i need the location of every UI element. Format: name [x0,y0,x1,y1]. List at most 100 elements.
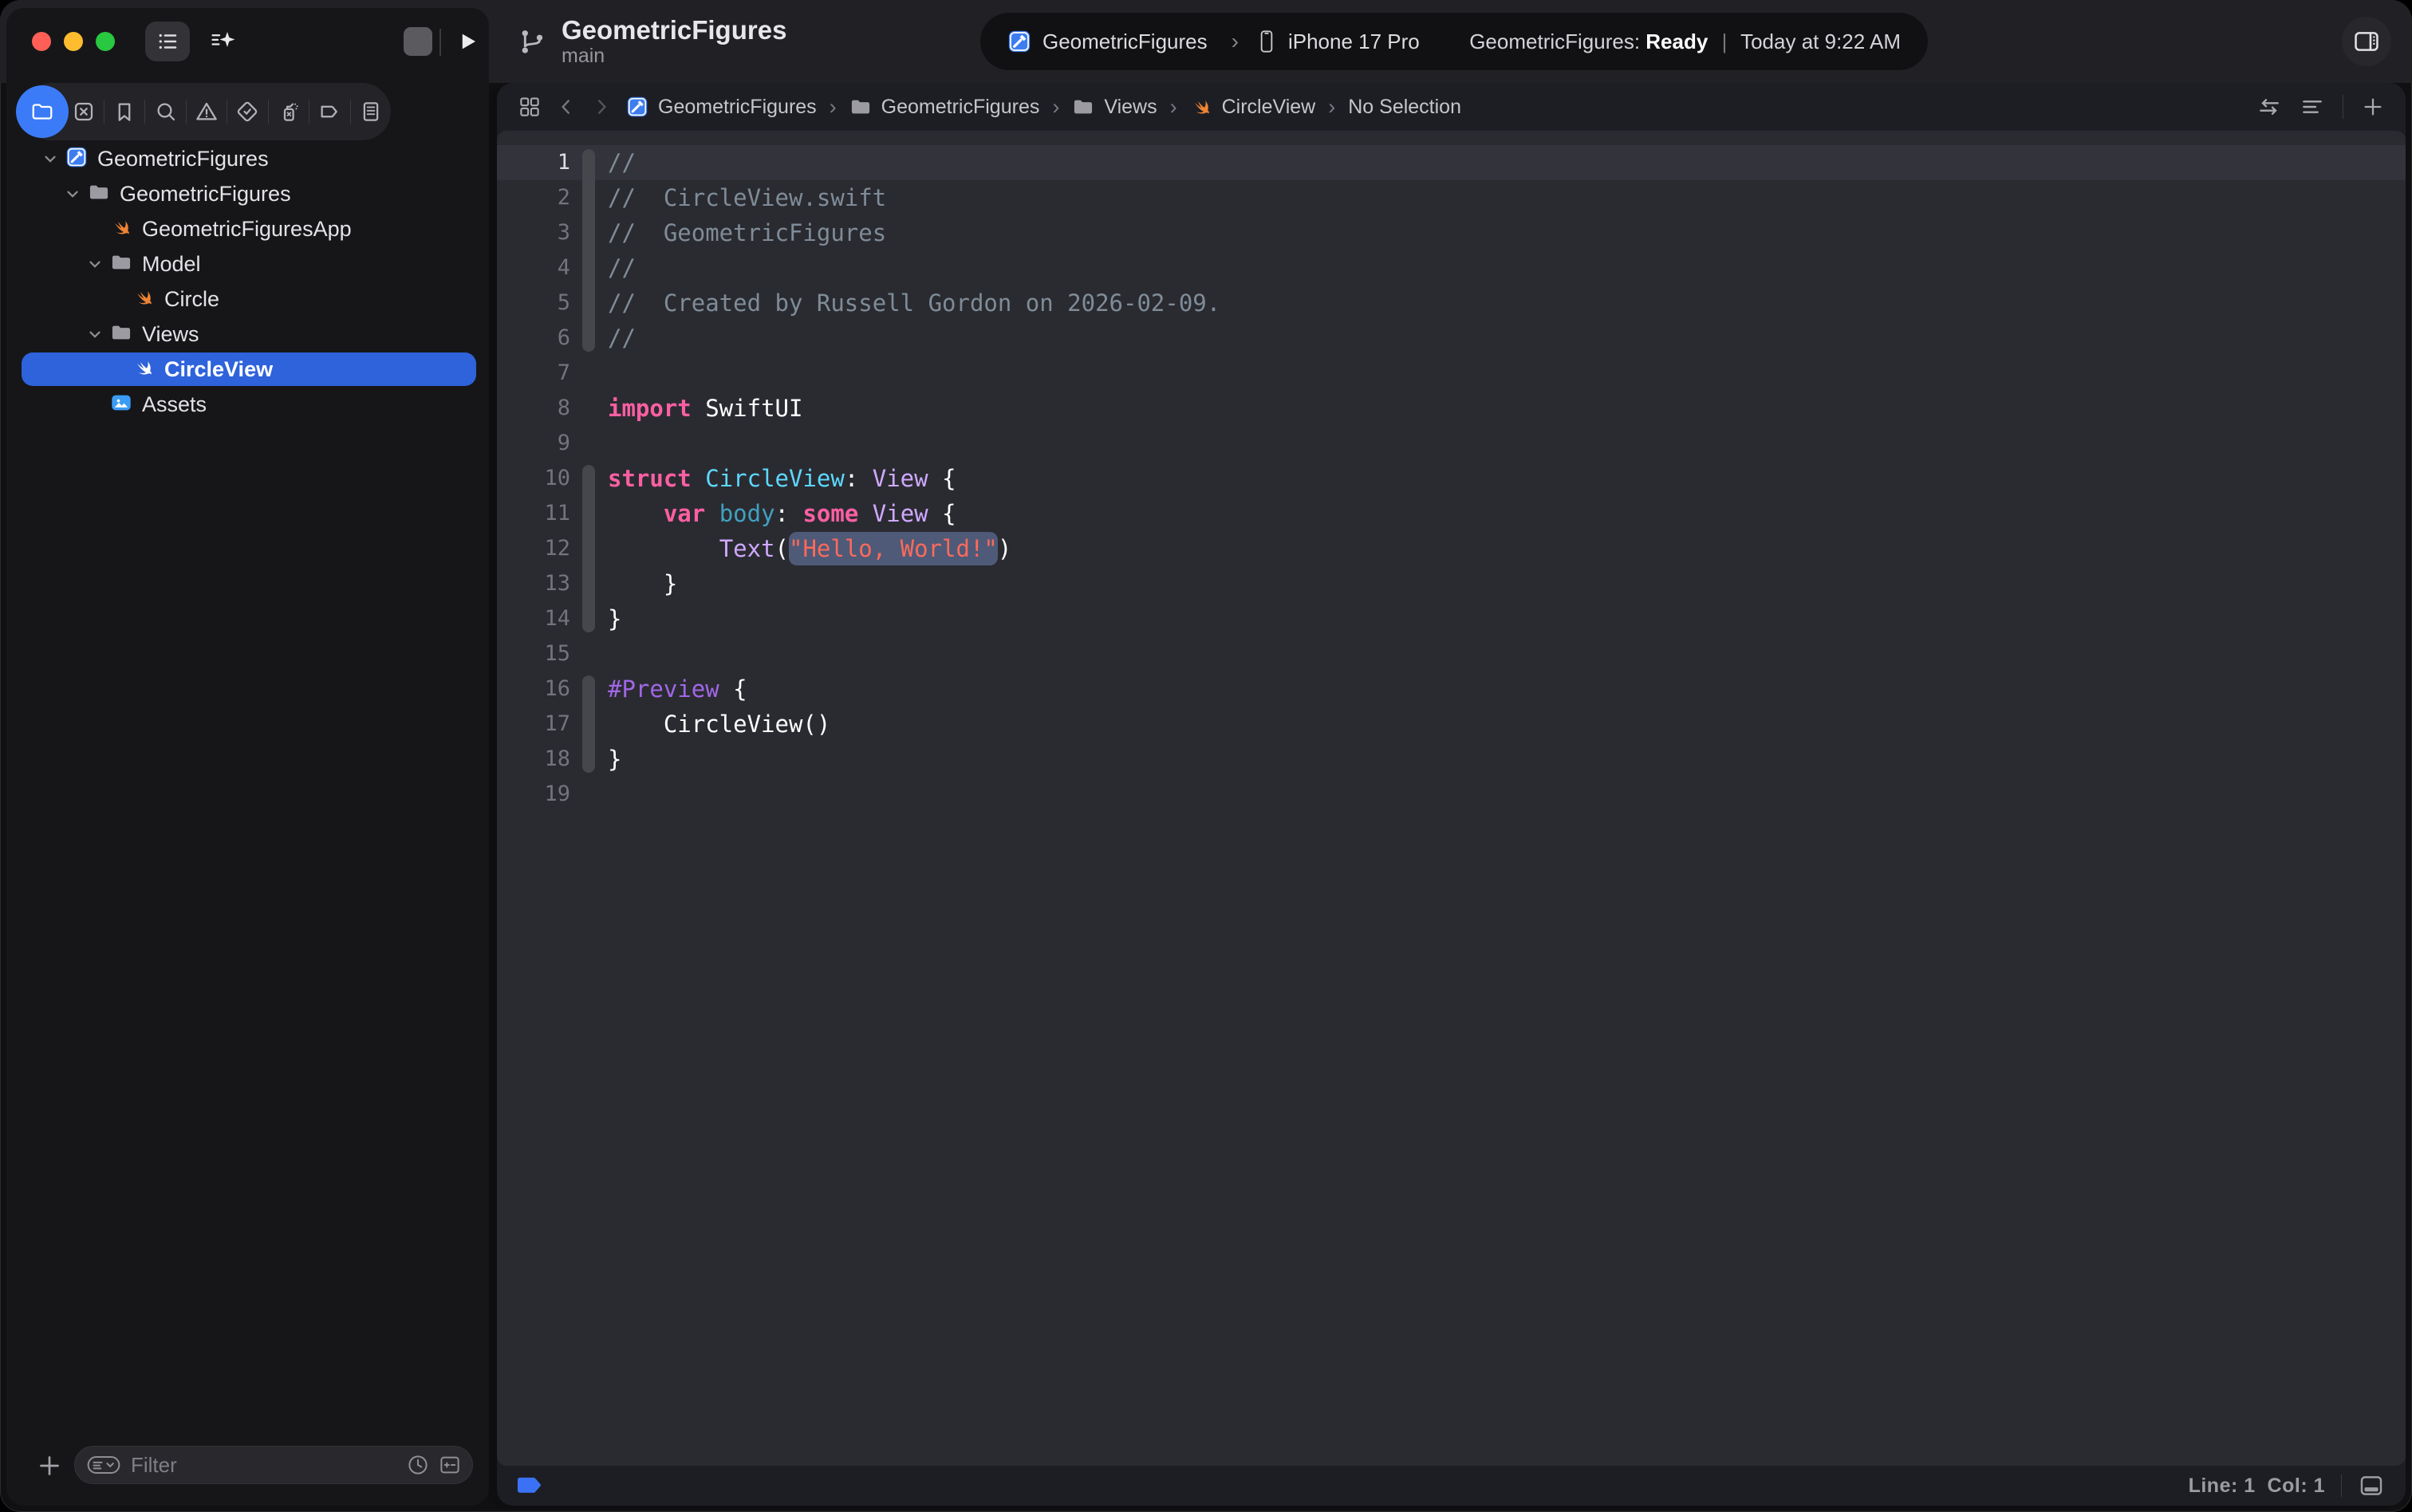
code-text: // Created by Russell Gordon on 2026-02-… [608,285,1220,321]
go-back-button[interactable] [556,96,577,117]
editor-options-icon[interactable] [2300,94,2325,120]
code-fold-ribbon[interactable] [582,742,595,773]
activity-status[interactable]: GeometricFigures: Ready | Today at 9:22 … [1469,30,1901,54]
code-fold-ribbon[interactable] [582,149,595,180]
code-fold-ribbon[interactable] [582,250,595,285]
disclosure-chevron-icon[interactable] [86,325,104,343]
navigator-tab-find[interactable] [145,83,185,140]
crumb-circleview[interactable]: CircleView [1190,96,1316,119]
related-items-grid-icon[interactable] [518,95,542,119]
play-icon [455,30,479,53]
tree-item-GeometricFigures[interactable]: GeometricFigures [6,141,489,176]
tree-item-Circle[interactable]: Circle [6,282,489,317]
tree-item-GeometricFiguresApp[interactable]: GeometricFiguresApp [6,211,489,246]
code-fold-ribbon[interactable] [582,531,595,566]
filter-field[interactable] [74,1446,473,1484]
navigator-tab-breakpoints[interactable] [309,83,349,140]
scheme-selector[interactable]: GeometricFigures › [1007,29,1256,54]
line-number[interactable]: 7 [497,356,570,391]
navigator-tab-tests[interactable] [227,83,267,140]
line-number[interactable]: 16 [497,671,570,707]
code-fold-ribbon[interactable] [582,465,595,496]
iphone-icon [1256,30,1277,53]
source-editor[interactable]: 1//2// CircleView.swift3// GeometricFigu… [497,131,2406,1466]
code-line-16: 16#Preview { [497,671,2406,707]
navigator-tab-project[interactable] [22,83,62,140]
tree-item-Assets[interactable]: Assets [6,387,489,422]
line-number[interactable]: 18 [497,742,570,777]
line-number[interactable]: 2 [497,180,570,215]
line-number[interactable]: 10 [497,461,570,496]
line-number[interactable]: 9 [497,426,570,461]
code-fold-ribbon[interactable] [582,285,595,321]
navigator-tab-bookmarks[interactable] [104,83,144,140]
crumb-views[interactable]: Views [1072,96,1157,119]
line-number[interactable]: 13 [497,566,570,601]
line-number[interactable]: 11 [497,496,570,531]
code-fold-ribbon[interactable] [582,180,595,215]
inspector-toggle-button[interactable] [2342,17,2391,66]
xcode-window: GeometricFigures main GeometricFigures › [0,0,2412,1512]
debug-area-toggle[interactable] [2358,1472,2385,1499]
tree-item-Model[interactable]: Model [6,246,489,282]
line-number[interactable]: 12 [497,531,570,566]
code-line-2: 2// CircleView.swift [497,180,2406,215]
code-text: import SwiftUI [608,391,802,426]
tree-item-GeometricFigures[interactable]: GeometricFigures [6,176,489,211]
code-line-7: 7 [497,356,2406,391]
crumb-geometricfigures[interactable]: GeometricFigures [626,96,817,119]
code-fold-ribbon[interactable] [582,321,595,352]
line-number[interactable]: 4 [497,250,570,285]
crumb-geometricfigures[interactable]: GeometricFigures [849,96,1040,119]
breakpoints-toggle[interactable] [518,1475,545,1496]
line-number[interactable]: 8 [497,391,570,426]
crumb-no-selection[interactable]: No Selection [1348,96,1461,119]
source-control-status-icon[interactable] [438,1453,462,1477]
line-number[interactable]: 1 [497,145,570,180]
run-button[interactable] [450,22,485,61]
filter-input[interactable] [131,1453,398,1478]
code-line-8: 8 import SwiftUI [497,391,2406,426]
tree-item-Views[interactable]: Views [6,317,489,352]
code-fold-ribbon[interactable] [582,601,595,632]
project-title-block[interactable]: GeometricFigures main [517,0,786,83]
line-number[interactable]: 6 [497,321,570,356]
minimize-window-button[interactable] [64,32,83,51]
disclosure-chevron-icon[interactable] [41,150,59,167]
code-review-icon[interactable] [2256,94,2282,120]
code-fold-ribbon[interactable] [582,496,595,531]
code-text: } [608,742,621,777]
line-number[interactable]: 15 [497,636,570,671]
close-window-button[interactable] [32,32,51,51]
line-number[interactable]: 3 [497,215,570,250]
add-editor-icon[interactable] [2361,95,2385,119]
zoom-window-button[interactable] [96,32,115,51]
crumb-label: GeometricFigures [881,96,1040,119]
folder-icon [1072,96,1094,118]
code-fold-ribbon[interactable] [582,215,595,250]
navigator-tab-debug[interactable] [269,83,309,140]
add-item-button[interactable] [35,1451,64,1480]
stop-button[interactable] [402,22,434,61]
recent-files-clock-icon[interactable] [406,1453,430,1477]
code-line-15: 15 [497,636,2406,671]
code-fold-ribbon[interactable] [582,675,595,707]
line-number[interactable]: 17 [497,707,570,742]
navigator-tab-issues[interactable] [187,83,227,140]
tree-item-label: Views [142,322,199,347]
disclosure-chevron-icon[interactable] [64,185,81,203]
code-fold-ribbon[interactable] [582,566,595,601]
navigator-tab-reports[interactable] [351,83,391,140]
go-forward-button[interactable] [591,96,612,117]
navigator-tab-changes[interactable] [63,83,103,140]
intelligence-button[interactable] [201,22,246,61]
line-number[interactable]: 5 [497,285,570,321]
disclosure-chevron-icon[interactable] [86,255,104,273]
navigator-visibility-button[interactable] [145,22,190,61]
line-number[interactable]: 14 [497,601,570,636]
code-fold-ribbon[interactable] [582,707,595,742]
line-number[interactable]: 19 [497,777,570,812]
tree-item-CircleView[interactable]: CircleView [6,352,489,387]
run-destination-selector[interactable]: iPhone 17 Pro [1256,30,1420,54]
editor-area: GeometricFigures›GeometricFigures›Views›… [497,83,2406,1506]
